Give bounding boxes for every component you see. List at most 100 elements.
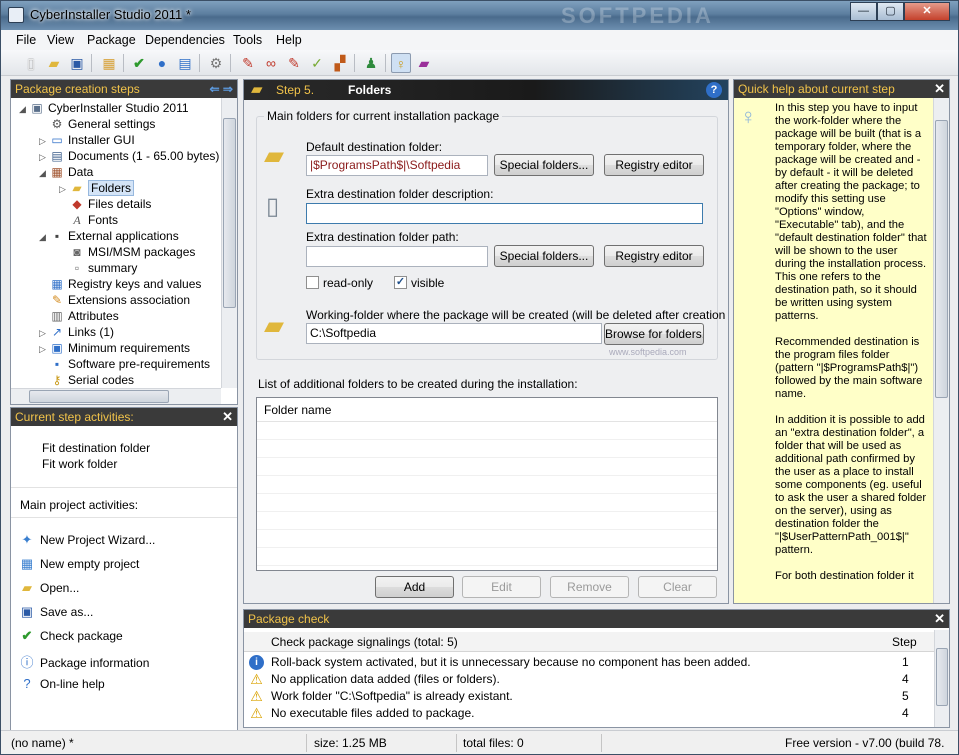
registry-editor-button-2[interactable]: Registry editor [604,245,704,267]
activity-fit-destination[interactable]: Fit destination folder [42,441,150,455]
warning-icon: ⚠ [250,688,263,704]
tree-item-serial-codes[interactable]: ⚷ Serial codes [39,372,134,388]
special-folders-button[interactable]: Special folders... [494,154,594,176]
activity-new-empty[interactable]: ▦ New empty project [18,556,140,572]
close-button[interactable]: ✕ [904,2,950,21]
edit-button[interactable]: Edit [462,576,541,598]
check-row[interactable]: ⚠ No application data added (files or fo… [244,671,934,688]
tree-item-folders[interactable]: ▷ ▰ Folders [59,180,135,196]
tree-item-links[interactable]: ▷ ↗ Links (1) [39,324,114,340]
tool-b-icon[interactable]: ∞ [261,53,281,73]
tree-item-documents[interactable]: ▷ ▤ Documents (1 - 65.00 bytes) [39,148,219,164]
visible-checkbox[interactable]: ✓ [394,276,407,289]
minimize-button[interactable]: — [850,2,877,21]
steps-vertical-scrollbar[interactable] [221,98,237,388]
tree-item-general-settings[interactable]: ⚙ General settings [39,116,156,132]
gear-icon[interactable]: ⚙ [206,53,226,73]
scroll-thumb[interactable] [935,120,948,398]
scroll-thumb[interactable] [936,648,948,706]
readonly-checkbox[interactable] [306,276,319,289]
registry-editor-button[interactable]: Registry editor [604,154,704,176]
app-icon [8,7,24,23]
maximize-button[interactable]: ▢ [877,2,904,21]
scroll-thumb[interactable] [29,390,169,403]
help-vertical-scrollbar[interactable] [933,98,949,603]
activity-save-as[interactable]: ▣ Save as... [18,604,94,620]
close-icon[interactable]: ✕ [222,408,233,426]
build-icon[interactable]: ▤ [175,53,195,73]
activity-check-package[interactable]: ✔ Check package [18,628,123,644]
tree-label: Software pre-requirements [68,357,211,371]
package-icon[interactable]: ▦ [99,53,119,73]
menu-package[interactable]: Package [87,33,136,47]
add-button[interactable]: Add [375,576,454,598]
additional-folders-list[interactable]: Folder name [256,397,718,571]
check-text: No application data added (files or fold… [271,672,500,686]
tree-item-registry[interactable]: ▦ Registry keys and values [39,276,201,292]
close-icon[interactable]: ✕ [934,80,945,98]
tree-item-extensions[interactable]: ✎ Extensions association [39,292,190,308]
title-bar[interactable]: CyberInstaller Studio 2011 * SOFTPEDIA —… [1,1,958,30]
open-folder-icon[interactable]: ▰ [44,53,64,73]
activity-open[interactable]: ▰ Open... [18,580,79,596]
tool-e-icon[interactable]: ▞ [330,53,350,73]
tree-item-external-apps[interactable]: ◢ ▪ External applications [39,228,179,244]
tool-c-icon[interactable]: ✎ [284,53,304,73]
remove-button[interactable]: Remove [550,576,629,598]
activity-online-help[interactable]: ? On-line help [18,676,104,691]
activity-label: Save as... [40,605,94,619]
menu-dependencies[interactable]: Dependencies [145,33,225,47]
clear-button[interactable]: Clear [638,576,717,598]
info-icon[interactable]: ● [152,53,172,73]
requirements-icon: ▣ [51,341,63,355]
book-icon[interactable]: ▰ [414,53,434,73]
menu-file[interactable]: File [16,33,36,47]
check-row[interactable]: ⚠ Work folder "C:\Softpedia" is already … [244,688,934,705]
special-folders-button-2[interactable]: Special folders... [494,245,594,267]
tree-item-root[interactable]: ◢ ▣ CyberInstaller Studio 2011 [19,100,189,116]
tree-item-files-details[interactable]: ◆ Files details [59,196,151,212]
tree-item-installer-gui[interactable]: ▷ ▭ Installer GUI [39,132,135,148]
close-icon[interactable]: ✕ [934,610,945,628]
tree-item-prereq[interactable]: ▪ Software pre-requirements [39,356,210,372]
tree-item-msi[interactable]: ◙ MSI/MSM packages [59,244,195,260]
nav-arrows-icon[interactable]: ⇐ ⇒ [210,80,233,98]
lightbulb-icon: ♀ [740,104,757,129]
tool-a-icon[interactable]: ✎ [238,53,258,73]
bulb-icon[interactable]: ♀ [391,53,411,73]
extra-path-field[interactable] [306,246,488,267]
menu-help[interactable]: Help [276,33,302,47]
check-row[interactable]: i Roll-back system activated, but it is … [244,654,934,671]
default-dest-field[interactable]: |$ProgramsPath$|\Softpedia [306,155,488,176]
signalings-header[interactable]: Check package signalings (total: 5) [271,632,458,652]
tool-d-icon[interactable]: ✓ [307,53,327,73]
browse-folders-button[interactable]: Browse for folders... [604,323,704,345]
check-icon[interactable]: ✔ [129,53,149,73]
tree-item-attributes[interactable]: ▥ Attributes [39,308,118,324]
tree-item-fonts[interactable]: A Fonts [59,212,118,228]
extra-desc-field[interactable] [306,203,703,224]
tree-item-min-requirements[interactable]: ▷ ▣ Minimum requirements [39,340,190,356]
working-folder-field[interactable]: C:\Softpedia [306,323,602,344]
tree-label: External applications [68,229,179,243]
activity-new-wizard[interactable]: ✦ New Project Wizard... [18,532,156,548]
list-header[interactable]: Folder name [257,398,717,422]
activity-fit-work-folder[interactable]: Fit work folder [42,457,117,471]
menu-view[interactable]: View [47,33,74,47]
folder-icon: ▰ [264,140,284,170]
steps-horizontal-scrollbar[interactable] [11,388,221,404]
new-file-icon[interactable]: ▯ [21,53,41,73]
activity-package-info[interactable]: ⓘ Package information [18,652,149,671]
menu-tools[interactable]: Tools [233,33,262,47]
person-icon[interactable]: ♟ [361,53,381,73]
help-icon[interactable]: ? [706,82,722,98]
check-row[interactable]: ⚠ No executable files added to package. … [244,705,934,722]
tree-label: Documents (1 - 65.00 bytes) [68,149,220,163]
tree-item-data[interactable]: ◢ ▦ Data [39,164,93,180]
step-column-header[interactable]: Step [892,632,917,652]
save-icon[interactable]: ▣ [67,53,87,73]
scroll-thumb[interactable] [223,118,236,308]
check-vertical-scrollbar[interactable] [934,630,949,727]
quick-help-header: Quick help about current step ✕ [734,80,949,98]
tree-item-summary[interactable]: ▫ summary [59,260,137,276]
